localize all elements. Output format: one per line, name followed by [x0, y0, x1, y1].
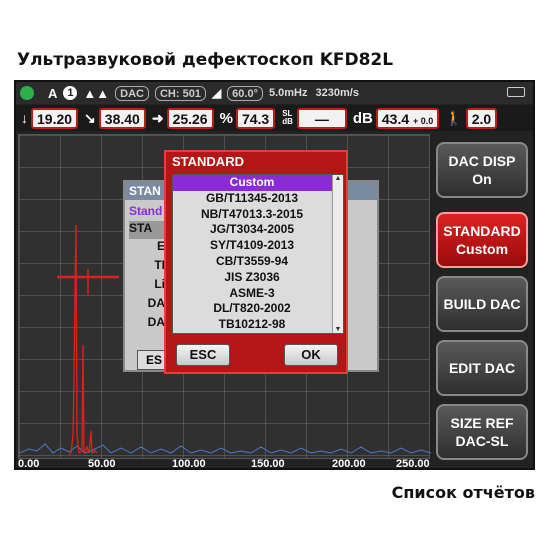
walking-probe-icon: 🚶 — [445, 109, 463, 126]
list-item[interactable]: JIS Z3036 — [173, 270, 343, 286]
background-row: TI — [154, 258, 165, 272]
projection-arrow-icon: ➜ — [151, 109, 164, 126]
list-item[interactable]: ASME-3 — [173, 286, 343, 302]
list-item[interactable]: NB/T47013.3-2015 — [173, 207, 343, 223]
background-row: Li — [154, 277, 165, 291]
scroll-up-icon[interactable]: ▲ — [333, 175, 343, 182]
ok-button[interactable]: OK — [284, 344, 338, 366]
standard-dialog-title: STANDARD — [172, 154, 244, 169]
gain-reading[interactable]: 43.4 + 0.0 — [375, 107, 440, 129]
list-item[interactable]: TB10212-98 — [173, 317, 343, 333]
x-tick: 150.00 — [251, 458, 285, 470]
edit-dac-button[interactable]: EDIT DAC — [436, 340, 528, 396]
background-dialog-rows: Stand STA E TI Li DA DA — [129, 204, 169, 334]
sl-reading: — — [296, 107, 347, 129]
signal-icon: ▲▲ — [83, 85, 110, 101]
probe-reading: 2.0 — [465, 107, 498, 129]
dac-disp-button[interactable]: DAC DISP On — [436, 142, 528, 198]
amplitude-reading: 74.3 — [235, 107, 276, 129]
echo-signal — [68, 224, 98, 456]
standard-button[interactable]: STANDARD Custom — [436, 212, 528, 268]
dac-indicator: DAC — [115, 85, 149, 101]
probe-angle-icon: ◢ — [211, 86, 222, 100]
status-led-icon — [20, 86, 34, 100]
channel-indicator: CH: 501 — [154, 85, 206, 101]
background-row: STA — [129, 221, 169, 239]
size-ref-button[interactable]: SIZE REF DAC-SL — [436, 404, 528, 460]
angle-indicator: 60.0° — [227, 85, 263, 101]
caption: Список отчётов — [391, 483, 535, 502]
gain-step: + 0.0 — [413, 115, 434, 126]
list-item[interactable]: JG/T3034-2005 — [173, 222, 343, 238]
background-row: Stand — [129, 204, 163, 218]
background-row: E — [156, 239, 165, 253]
x-tick: 0.00 — [18, 458, 40, 470]
standard-list[interactable]: Custom GB/T11345-2013 NB/T47013.3-2015 J… — [172, 174, 344, 334]
surface-reading: 38.40 — [98, 107, 146, 129]
scan-mode: A — [48, 85, 58, 101]
standard-dialog: STANDARD Custom GB/T11345-2013 NB/T47013… — [164, 150, 348, 374]
depth-arrow-icon: ↓ — [21, 110, 28, 126]
list-item[interactable]: SY/T4109-2013 — [173, 238, 343, 254]
device-screen: A 1 ▲▲ DAC CH: 501 ◢ 60.0° 5.0mHz 3230m/… — [14, 80, 535, 470]
depth-reading: 19.20 — [31, 107, 79, 129]
list-item[interactable]: CB/T3559-94 — [173, 254, 343, 270]
scroll-down-icon[interactable]: ▼ — [333, 326, 343, 333]
background-row: DA — [147, 315, 165, 329]
percent-label: % — [219, 109, 233, 127]
readings-bar: ↓ 19.20 ↘ 38.40 ➜ 25.26 % 74.3 SL dB — d… — [16, 105, 533, 131]
surface-arrow-icon: ↘ — [84, 109, 96, 126]
status-bar: A 1 ▲▲ DAC CH: 501 ◢ 60.0° 5.0mHz 3230m/… — [16, 82, 533, 104]
projection-reading: 25.26 — [166, 107, 214, 129]
x-tick: 250.00 — [396, 458, 430, 470]
list-item[interactable]: GB/T11345-2013 — [173, 191, 343, 207]
build-dac-button[interactable]: BUILD DAC — [436, 276, 528, 332]
list-scrollbar[interactable]: ▲ ▼ — [332, 175, 343, 333]
page-heading: Ультразвуковой дефектоскоп KFD82L — [17, 50, 394, 70]
background-row: DA — [147, 296, 165, 310]
list-item[interactable]: DL/T820-2002 — [173, 301, 343, 317]
esc-button[interactable]: ESC — [176, 344, 230, 366]
db-label: dB — [352, 109, 373, 127]
x-tick: 50.00 — [88, 458, 116, 470]
channel-number: 1 — [63, 86, 78, 100]
list-item-custom[interactable]: Custom — [173, 175, 343, 191]
sl-db-label: SL dB — [282, 109, 293, 126]
x-tick: 200.00 — [332, 458, 366, 470]
battery-icon — [507, 87, 525, 97]
x-axis: 0.00 50.00 100.00 150.00 200.00 250.00 — [16, 458, 432, 472]
velocity-indicator: 3230m/s — [315, 87, 359, 99]
frequency-indicator: 5.0mHz — [268, 87, 308, 99]
x-tick: 100.00 — [172, 458, 206, 470]
